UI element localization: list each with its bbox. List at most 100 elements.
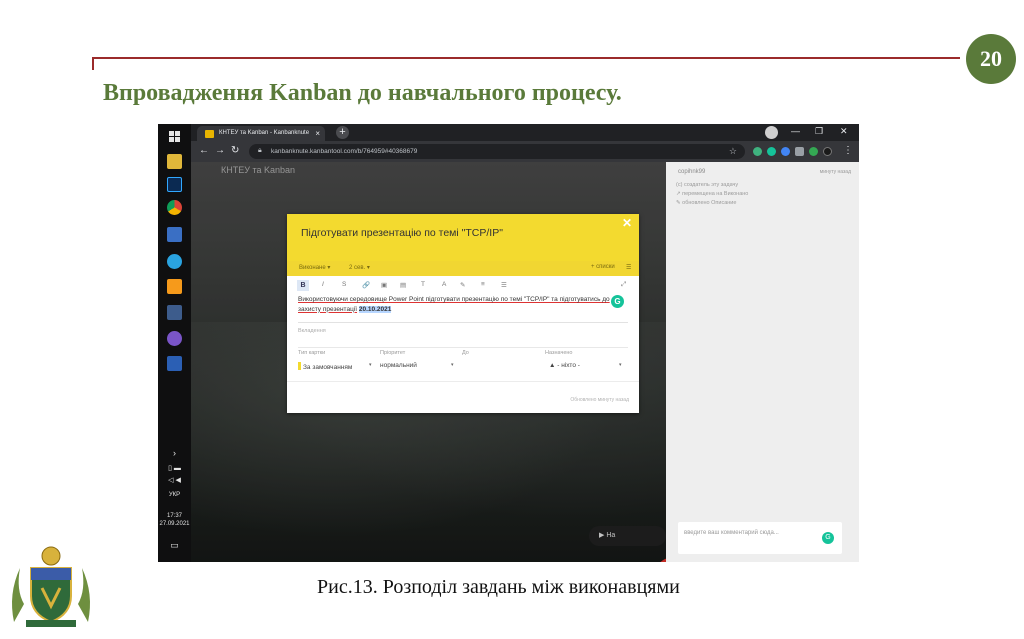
save-icon[interactable] [167,227,182,242]
address-bar[interactable]: 🔒︎ kanbanknute.kanbantool.com/b/764959#4… [249,144,745,159]
slide: 20 Впровадження Kanban до навчального пр… [0,0,1024,639]
extension-grammarly-icon[interactable] [767,147,776,156]
card-type-label: Тип картки [298,350,326,356]
chevron-down-icon[interactable]: ▾ [619,362,622,368]
page-number-badge: 20 [966,34,1016,84]
url-text: kanbanknute.kanbantool.com/b/764959#4036… [271,148,418,155]
text-color-button[interactable]: A [442,281,446,288]
tray-icons[interactable]: ▯ ▬ [158,464,191,472]
windows-start-icon[interactable] [167,129,182,144]
extension-green-icon[interactable] [809,147,818,156]
browser-toolbar: ← → ↻ 🔒︎ kanbanknute.kanbantool.com/b/76… [191,141,859,162]
priority-select[interactable]: нормальний [380,362,417,369]
clock-date[interactable]: 27.09.2021 [158,521,191,527]
file-explorer-icon[interactable] [167,154,182,169]
assigned-select[interactable]: ▲ - ніхто - [549,362,580,369]
status-dropdown[interactable]: Виконане ▾ [299,264,330,271]
link-button[interactable]: 🔗 [362,281,370,289]
grammarly-icon[interactable]: G [822,532,834,544]
puzzle-icon[interactable] [795,147,804,156]
divider [298,322,628,323]
expand-icon[interactable]: ⤢ [621,281,626,289]
card-description[interactable]: Використовуючи середовище Power Point пі… [298,295,618,314]
comment-input[interactable]: введите ваш комментарий сюда... G [678,522,842,554]
task-card-modal: Підготувати презентацію по темі "TCP/IP"… [287,214,639,413]
close-icon[interactable]: ✕ [622,216,632,230]
ordered-list-button[interactable]: ≡ [481,281,485,288]
university-crest-icon [12,546,90,627]
comment-placeholder: введите ваш комментарий сюда... [684,530,779,536]
bullet-list-button[interactable]: ☰ [501,281,507,289]
subtasks-dropdown[interactable]: 2 сев. ▾ [349,264,370,271]
close-window-icon[interactable]: ✕ [840,126,848,137]
telegram-icon[interactable] [167,254,182,269]
lists-button[interactable]: + списки [591,264,615,270]
extension-shield-icon[interactable] [753,147,762,156]
slide-title: Впровадження Kanban до навчального проце… [103,80,622,106]
figure-caption: Рис.13. Розподіл завдань між виконавцями [317,576,680,598]
italic-button[interactable]: I [322,281,324,288]
app-icon[interactable] [167,305,182,320]
new-tab-button[interactable]: + [336,126,349,139]
card-meta-bar: Виконане ▾ 2 сев. ▾ + списки ☰ [287,261,639,276]
clock-time[interactable]: 17:37 [158,513,191,519]
table-button[interactable]: ▤ [400,281,406,289]
lock-icon: 🔒︎ [258,147,262,154]
chevron-down-icon[interactable]: ▾ [369,362,372,368]
modal-overlay: Підготувати презентацію по темі "TCP/IP"… [191,162,666,562]
bookmark-star-icon[interactable]: ☆ [729,146,737,157]
header-rule-tick [92,57,94,70]
activity-time: минуту назад [819,169,851,175]
kanban-favicon-icon [205,130,214,138]
extension-dark-icon[interactable] [823,147,832,156]
browser-tab[interactable]: КНТЕУ та Kanban - Kanbanknute × [197,126,325,141]
chevron-down-icon[interactable]: ▾ [451,362,454,368]
profile-avatar[interactable] [765,126,778,139]
card-header: Підготувати презентацію по темі "TCP/IP"… [287,214,639,261]
minimize-icon[interactable]: — [791,126,800,136]
notifications-icon[interactable]: ▭ [158,540,191,551]
maximize-icon[interactable]: ❐ [815,126,823,137]
activity-user: copihnk99 [678,169,706,175]
browser-tab-strip: КНТЕУ та Kanban - Kanbanknute × + — ❐ ✕ [191,124,859,141]
tab-title: КНТЕУ та Kanban - Kanbanknute [219,130,310,136]
divider [287,381,639,382]
tray-expand-icon[interactable]: › [158,448,191,458]
viber-icon[interactable] [167,331,182,346]
editor-toolbar: B I S 🔗 ▣ ▤ T A ✎ ≡ ☰ ⤢ [297,280,631,292]
photoshop-icon[interactable] [167,177,182,192]
browser-menu-icon[interactable]: ⋮ [843,145,853,156]
windows-taskbar: › ▯ ▬ ◁ ◀ УКР 17:37 27.09.2021 ▭ [158,124,191,562]
sublime-icon[interactable] [167,279,182,294]
word-icon[interactable] [167,356,182,371]
extension-icon[interactable] [781,147,790,156]
header-rule [92,57,960,59]
activity-item: (с) создатель эту задачу [676,182,739,188]
text-size-button[interactable]: T [421,281,425,288]
bold-button[interactable]: B [297,280,309,291]
card-title[interactable]: Підготувати презентацію по темі "TCP/IP" [301,227,503,239]
priority-label: Пріоритет [380,350,406,356]
updated-note: Обновлено минуту назад [570,397,629,403]
volume-icon[interactable]: ◁ ◀ [158,476,191,484]
divider [298,347,628,348]
highlight-button[interactable]: ✎ [460,281,465,289]
close-tab-icon[interactable]: × [315,129,320,138]
grammarly-icon[interactable]: G [611,295,624,308]
activity-panel: copihnk99 минуту назад (с) создатель эту… [666,162,859,562]
card-type-select[interactable]: За замовчанням [298,362,352,371]
description-date: 20.10.2021 [358,305,392,313]
menu-icon[interactable]: ☰ [626,264,631,271]
forward-icon[interactable]: → [215,145,225,156]
description-text: Використовуючи середовище Power Point пі… [298,296,610,313]
keyboard-language[interactable]: УКР [158,492,191,498]
back-icon[interactable]: ← [199,145,209,156]
chrome-icon[interactable] [167,200,182,215]
assigned-label: Назначено [545,350,573,356]
kanban-screenshot: › ▯ ▬ ◁ ◀ УКР 17:37 27.09.2021 ▭ КНТЕУ т… [158,124,859,562]
attachments-label: Вкладення [298,328,326,334]
due-label: До [462,350,469,356]
strikethrough-button[interactable]: S [342,281,346,288]
image-button[interactable]: ▣ [381,281,387,289]
reload-icon[interactable]: ↻ [231,145,239,156]
